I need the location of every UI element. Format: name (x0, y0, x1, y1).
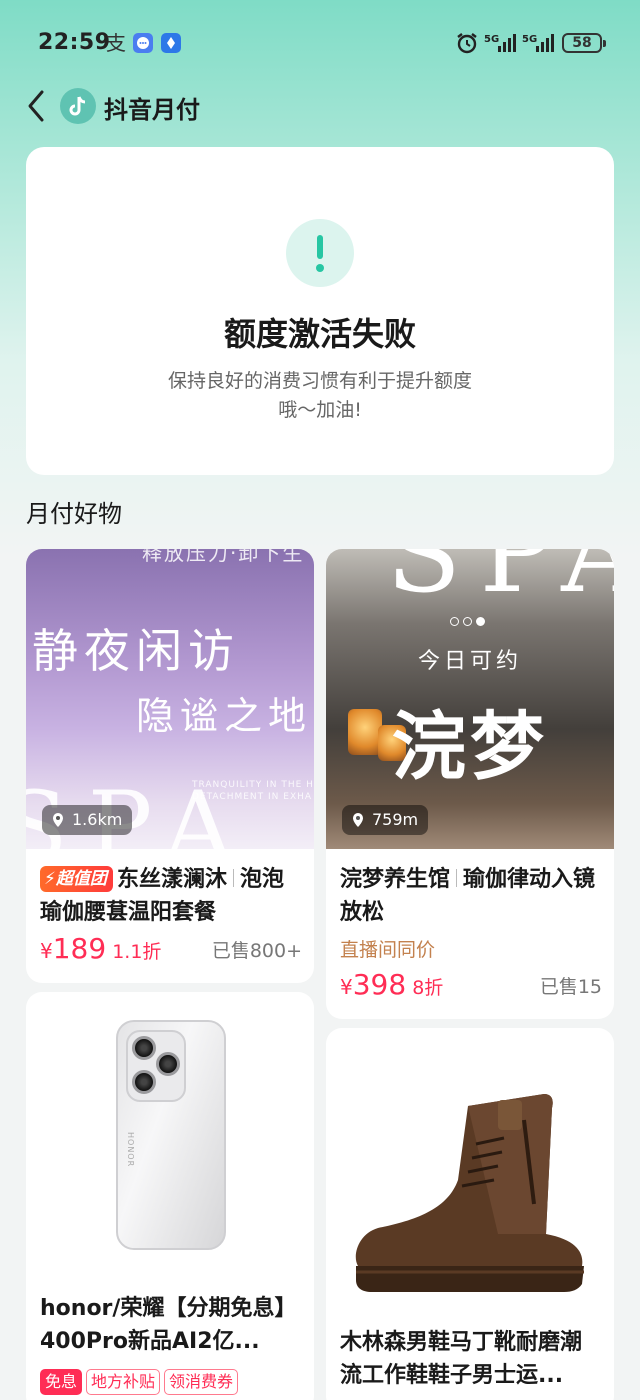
discount: 8折 (412, 977, 444, 999)
signal-icon: 5G (522, 34, 554, 52)
price-value: 398 (352, 968, 407, 1001)
status-title: 额度激活失败 (223, 315, 416, 353)
camera-module (126, 1030, 186, 1102)
divider (456, 869, 458, 887)
carousel-dots (450, 611, 494, 626)
svg-text:5G: 5G (522, 34, 537, 45)
product-title: ⚡超值团 东丝漾澜沐 泡泡瑜伽腰葚温阳套餐 (40, 863, 302, 929)
status-description-line: 保持良好的消费习惯有利于提升额度 (167, 370, 472, 392)
product-image: HONOR (26, 992, 314, 1292)
currency: ¥ (340, 975, 353, 999)
product-card[interactable]: HONOR honor/荣耀【分期免息】400Pro新品AI2亿... 免息 地… (26, 992, 314, 1400)
brand-text: HONOR (126, 1132, 135, 1168)
distance-badge: 759m (342, 805, 429, 835)
product-card[interactable]: 木林森男鞋马丁靴耐磨潮流工作鞋鞋子男士运... (326, 1028, 614, 1400)
distance-badge: 1.6km (42, 805, 133, 835)
currency: ¥ (40, 939, 53, 963)
product-title: 木林森男鞋马丁靴耐磨潮流工作鞋鞋子男士运... (340, 1330, 583, 1388)
phone-image: HONOR (116, 1020, 226, 1250)
tag-list: 免息 地方补贴 领消费券 (40, 1369, 239, 1395)
image-text: 浣梦 (392, 704, 548, 790)
divider (232, 869, 234, 887)
carousel-dot-active (476, 617, 485, 626)
image-text: 静夜闲访 (32, 624, 240, 678)
location-pin-icon (53, 813, 63, 827)
alipay-icon: 支 (106, 31, 126, 55)
shop-name: 浣梦养生馆 (340, 867, 451, 892)
carousel-dot (450, 617, 459, 626)
deal-tag-label: 超值团 (55, 869, 107, 889)
sold-count: 已售800+ (211, 940, 302, 962)
image-text: SPA (386, 549, 614, 617)
back-button[interactable] (22, 86, 52, 126)
product-card[interactable]: 释放压力·卸下生 静夜闲访 隐谧之地 TRANQUILITY IN THE H … (26, 549, 314, 983)
sold-count: 已售15 (539, 976, 602, 998)
image-text: 隐谧之地 (136, 694, 313, 738)
tag-subsidy: 地方补贴 (86, 1369, 161, 1395)
price: ¥398 8折 (340, 968, 443, 1001)
live-price-label: 直播间同价 (340, 939, 436, 961)
product-image (326, 1028, 614, 1328)
shop-name: 东丝漾澜沐 (116, 867, 227, 892)
camera-lens (132, 1070, 156, 1094)
douyin-logo-icon (60, 88, 96, 124)
distance-text: 1.6km (72, 810, 123, 829)
price-row: ¥398 8折 已售15 (340, 967, 602, 1003)
image-text: 释放压力·卸下生 (142, 549, 305, 565)
clock: 22:59 (38, 30, 111, 55)
lightning-icon: ⚡ (44, 869, 56, 889)
price-value: 189 (52, 932, 107, 965)
camera-lens (132, 1036, 156, 1060)
carousel-dot (463, 617, 472, 626)
location-pin-icon (353, 813, 363, 827)
battery-icon: 58 (562, 33, 606, 53)
product-title: honor/荣耀【分期免息】400Pro新品AI2亿... (40, 1296, 297, 1354)
camera-lens (156, 1052, 180, 1076)
product-title: 浣梦养生馆 瑜伽律动入镜放松 (340, 863, 602, 929)
product-image: 释放压力·卸下生 静夜闲访 隐谧之地 TRANQUILITY IN THE H … (26, 549, 314, 849)
discount: 1.1折 (112, 941, 162, 963)
boot-image (355, 1094, 584, 1292)
section-title: 月付好物 (26, 500, 122, 528)
price-row: ¥189 1.1折 已售800+ (40, 931, 302, 967)
message-icon (133, 33, 153, 53)
status-description: 保持良好的消费习惯有利于提升额度 哦～加油! (136, 367, 504, 425)
distance-text: 759m (372, 810, 419, 829)
signal-icon: 5G (484, 34, 516, 52)
image-text: 今日可约 (417, 649, 522, 674)
svg-text:5G: 5G (484, 34, 499, 45)
price: ¥189 1.1折 (40, 932, 161, 965)
warning-icon (286, 219, 354, 287)
status-description-line: 哦～加油! (278, 399, 362, 421)
app-notification-icon (161, 33, 181, 53)
alarm-icon (457, 33, 477, 54)
status-bar: 22:59 支 5G 5G 58 (0, 0, 640, 86)
product-image: SPA 今日可约 浣梦 759m (326, 549, 614, 849)
header: 抖音月付 (0, 80, 640, 132)
activation-status-card: 额度激活失败 保持良好的消费习惯有利于提升额度 哦～加油! (26, 147, 614, 475)
page-title: 抖音月付 (104, 96, 200, 124)
product-card[interactable]: SPA 今日可约 浣梦 759m 浣梦养生馆瑜伽律动入镜放松 直播间同价 ¥39… (326, 549, 614, 1019)
tag-interest-free: 免息 (40, 1369, 83, 1395)
deal-tag: ⚡超值团 (40, 866, 113, 892)
tag-coupon: 领消费券 (164, 1369, 239, 1395)
